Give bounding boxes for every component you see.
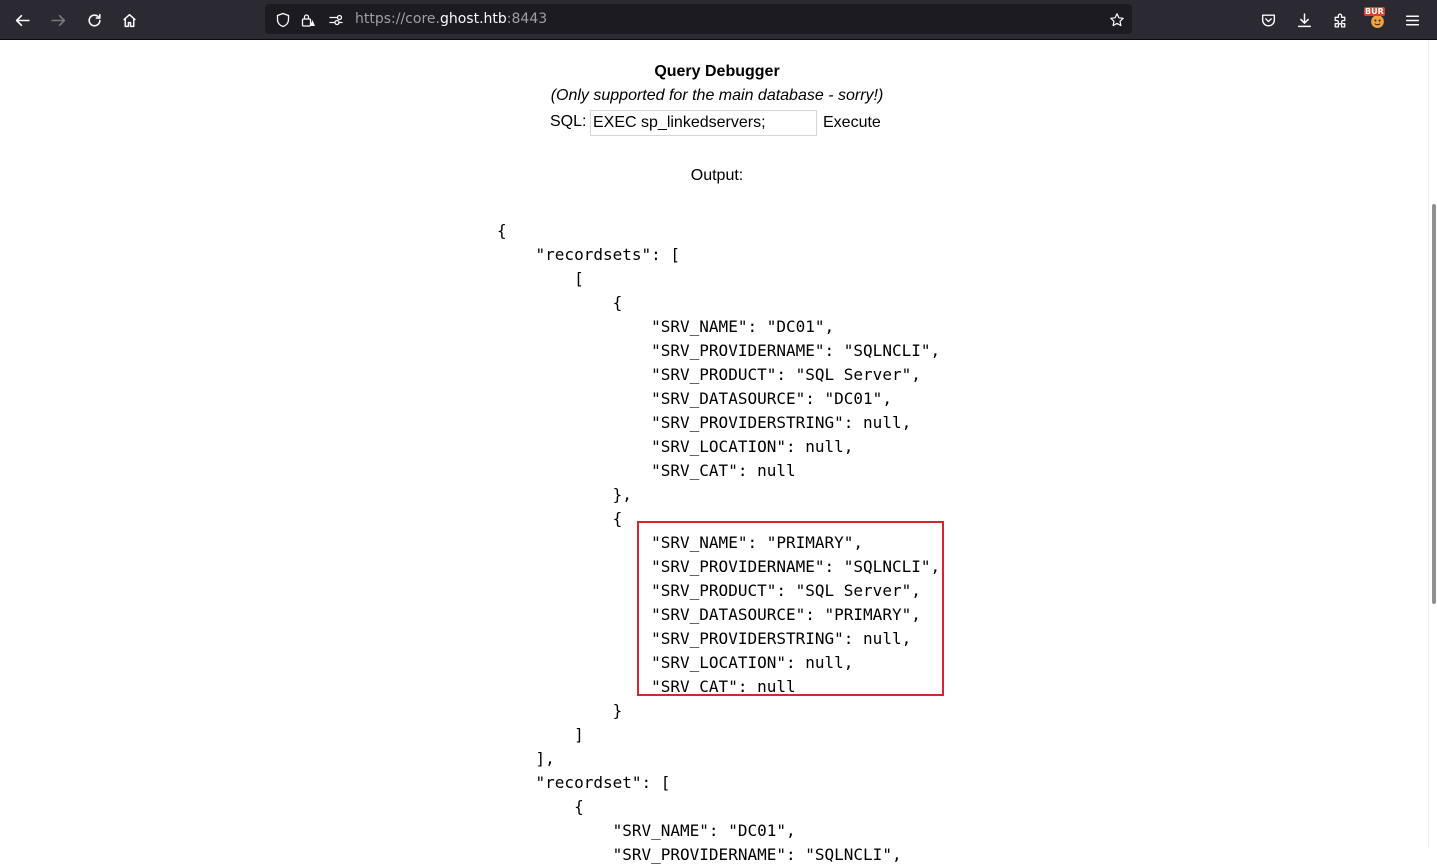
hamburger-menu-icon bbox=[1405, 15, 1419, 25]
output-line: "SRV_PROVIDERNAME": "SQLNCLI", bbox=[497, 557, 941, 576]
output-line: "SRV_CAT": null bbox=[497, 677, 796, 696]
lock-warning-icon bbox=[301, 14, 315, 27]
app-menu-button[interactable] bbox=[1399, 7, 1425, 33]
output-line: "SRV_NAME": "PRIMARY", bbox=[497, 533, 864, 552]
output-line: ], bbox=[497, 749, 555, 768]
output-line: { bbox=[497, 797, 584, 816]
output-line: { bbox=[497, 221, 507, 240]
puzzle-icon bbox=[1334, 13, 1345, 28]
output-line: "SRV_PRODUCT": "SQL Server", bbox=[497, 365, 921, 384]
output-line: "SRV_PROVIDERSTRING": null, bbox=[497, 413, 912, 432]
star-icon bbox=[1110, 13, 1124, 27]
extensions-button[interactable] bbox=[1327, 7, 1353, 33]
forward-button[interactable] bbox=[45, 7, 71, 33]
output-line: "SRV_DATASOURCE": "DC01", bbox=[497, 389, 892, 408]
download-icon bbox=[1297, 12, 1311, 27]
address-bar[interactable]: https://core.ghost.htb:8443 bbox=[265, 4, 1132, 34]
downloads-button[interactable] bbox=[1291, 7, 1317, 33]
permissions-icon bbox=[329, 14, 343, 26]
reload-icon bbox=[87, 13, 101, 27]
output-line: "SRV_PROVIDERNAME": "SQLNCLI", bbox=[497, 845, 902, 864]
bookmark-button[interactable] bbox=[1108, 11, 1126, 29]
output-line: { bbox=[497, 509, 623, 528]
output-line: ] bbox=[497, 725, 584, 744]
sql-query-input[interactable] bbox=[590, 110, 817, 136]
output-line: "SRV_PROVIDERSTRING": null, bbox=[497, 629, 912, 648]
output-label: Output: bbox=[690, 167, 744, 184]
output-line: "SRV_LOCATION": null, bbox=[497, 653, 854, 672]
url-host: ghost.htb bbox=[439, 11, 507, 27]
sql-label: SQL: bbox=[550, 113, 587, 130]
arrow-left-icon bbox=[15, 14, 30, 26]
url-text[interactable]: https://core.ghost.htb:8443 bbox=[355, 11, 547, 27]
output-line: "SRV_LOCATION": null, bbox=[497, 437, 854, 456]
execute-button[interactable]: Execute bbox=[817, 110, 887, 136]
browser-toolbar: https://core.ghost.htb:8443 BUR bbox=[0, 0, 1437, 40]
site-security-button[interactable] bbox=[299, 11, 317, 29]
output-line: "recordset": [ bbox=[497, 773, 671, 792]
output-line: "SRV_NAME": "DC01", bbox=[497, 317, 835, 336]
output-line: } bbox=[497, 701, 623, 720]
output-line: "SRV_NAME": "DC01", bbox=[497, 821, 796, 840]
reload-button[interactable] bbox=[81, 7, 107, 33]
page-subtitle: (Only supported for the main database - … bbox=[550, 87, 884, 104]
home-button[interactable] bbox=[116, 7, 142, 33]
scrollbar-thumb[interactable] bbox=[1432, 204, 1436, 604]
output-line: [ bbox=[497, 269, 584, 288]
output-line: "SRV_CAT": null bbox=[497, 461, 796, 480]
burp-extension-button[interactable]: BUR bbox=[1364, 7, 1390, 33]
home-icon bbox=[122, 13, 136, 27]
output-line: "SRV_PRODUCT": "SQL Server", bbox=[497, 581, 921, 600]
arrow-right-icon bbox=[50, 14, 65, 26]
output-line: "SRV_DATASOURCE": "PRIMARY", bbox=[497, 605, 921, 624]
burp-badge: BUR bbox=[1364, 7, 1385, 16]
output-line: "recordsets": [ bbox=[497, 245, 681, 264]
page-title: Query Debugger bbox=[654, 63, 780, 80]
page-scrollbar[interactable] bbox=[1428, 40, 1437, 848]
output-line: }, bbox=[497, 485, 632, 504]
tracking-protection-button[interactable] bbox=[274, 11, 292, 29]
shield-icon bbox=[276, 12, 290, 28]
output-line: { bbox=[497, 293, 623, 312]
permissions-button[interactable] bbox=[327, 11, 345, 29]
url-prefix: https://core. bbox=[355, 11, 440, 27]
output-line: "SRV_PROVIDERNAME": "SQLNCLI", bbox=[497, 341, 941, 360]
url-port: :8443 bbox=[506, 11, 548, 27]
pocket-button[interactable] bbox=[1255, 7, 1281, 33]
json-output: { "recordsets": [ [ { "SRV_NAME": "DC01"… bbox=[497, 219, 940, 867]
back-button[interactable] bbox=[9, 7, 35, 33]
pocket-icon bbox=[1261, 13, 1275, 26]
